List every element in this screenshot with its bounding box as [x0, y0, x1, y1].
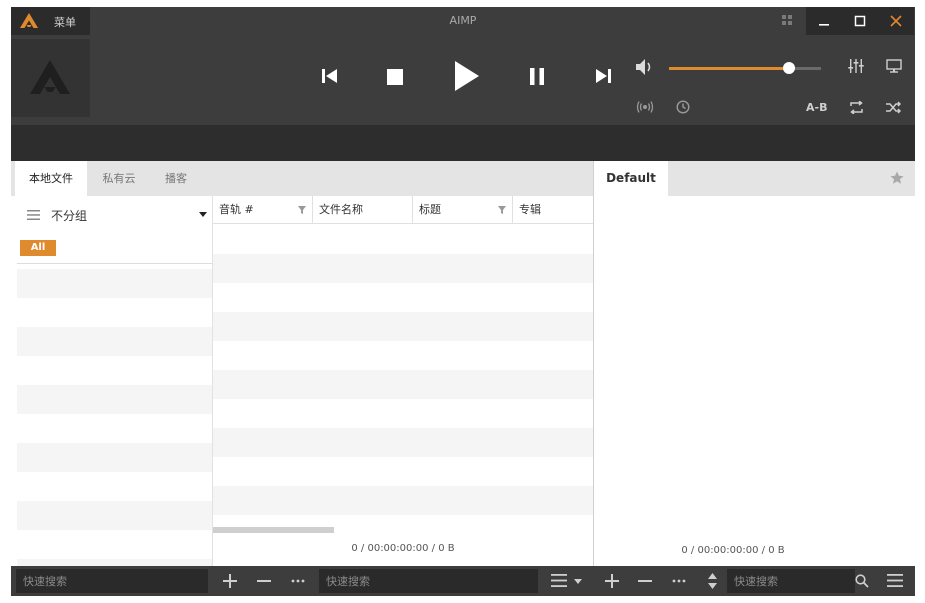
empty-row-stripe: [17, 327, 213, 356]
aimp-cover-logo-icon: [30, 60, 70, 94]
filter-icon[interactable]: [498, 206, 506, 214]
ab-repeat-button[interactable]: A-B: [806, 101, 827, 114]
close-button[interactable]: [878, 7, 914, 35]
menu-button[interactable]: 菜单: [11, 7, 90, 35]
maximize-button[interactable]: [842, 7, 878, 35]
next-track-button[interactable]: [594, 68, 612, 84]
library-status: 0 / 00:00:00:00 / 0 B: [351, 543, 455, 554]
visualization-icon[interactable]: [886, 59, 902, 73]
content-area: 本地文件 私有云 播客 不分组 All 音轨 # 文件名称 标题 专辑 0 / …: [11, 161, 915, 588]
library-table-header: 音轨 # 文件名称 标题 专辑: [213, 196, 593, 224]
aimp-logo-icon: [20, 13, 38, 28]
column-label: 文件名称: [319, 203, 363, 216]
playlist-tab-bar: Default: [594, 161, 915, 196]
remove-icon[interactable]: [257, 574, 271, 588]
empty-row-stripe: [213, 312, 593, 341]
tab-local-files[interactable]: 本地文件: [15, 161, 87, 196]
stop-button[interactable]: [387, 69, 403, 85]
volume-fill: [669, 67, 790, 70]
list-icon[interactable]: [887, 574, 903, 587]
tab-playlist-default[interactable]: Default: [594, 161, 668, 196]
column-label: 专辑: [519, 203, 541, 216]
playlist-search-input[interactable]: [319, 569, 538, 593]
repeat-icon[interactable]: [849, 101, 864, 114]
empty-row-stripe: [17, 501, 213, 530]
pause-button[interactable]: [529, 68, 545, 85]
empty-row-stripe: [17, 269, 213, 298]
library-tab-bar: 本地文件 私有云 播客: [11, 161, 593, 196]
column-header-file-name[interactable]: 文件名称: [313, 196, 413, 224]
filter-icon[interactable]: [298, 206, 306, 214]
volume-icon[interactable]: [635, 58, 655, 76]
list-menu-icon[interactable]: [551, 574, 567, 587]
add-icon[interactable]: [223, 574, 237, 588]
column-header-track-number[interactable]: 音轨 #: [213, 196, 313, 224]
hamburger-menu-icon[interactable]: [27, 210, 40, 220]
library-search-input[interactable]: [16, 569, 208, 593]
playlist-status: 0 / 00:00:00:00 / 0 B: [681, 545, 785, 556]
empty-row-stripe: [213, 428, 593, 457]
minimize-button[interactable]: [806, 7, 842, 35]
radio-icon[interactable]: [636, 101, 654, 113]
minimize-icon: [819, 24, 829, 26]
column-label: 音轨 #: [219, 203, 254, 216]
grouping-selector[interactable]: 不分组: [17, 196, 213, 232]
player-panel: A-B: [11, 35, 915, 125]
search-icon[interactable]: [855, 574, 869, 588]
pane-divider[interactable]: [593, 161, 594, 566]
column-label: 标题: [419, 203, 441, 216]
app-title: AIMP: [449, 14, 477, 27]
more-icon[interactable]: [672, 574, 686, 588]
play-button[interactable]: [454, 60, 480, 92]
tab-podcasts[interactable]: 播客: [151, 161, 201, 196]
star-icon[interactable]: [890, 171, 904, 185]
empty-row-stripe: [17, 443, 213, 472]
maximize-icon: [854, 15, 866, 27]
previous-track-button[interactable]: [321, 68, 339, 84]
aimp-window: 菜单 AIMP A-B 本地文件 私有云 播客 不分组 All 音轨 # 文件名…: [11, 7, 915, 596]
volume-slider[interactable]: [669, 62, 821, 74]
empty-row-stripe: [213, 486, 593, 515]
menu-label: 菜单: [54, 16, 76, 29]
more-icon[interactable]: [291, 574, 305, 588]
tab-private-cloud[interactable]: 私有云: [91, 161, 147, 196]
track-info-bar: [11, 125, 915, 161]
chevron-down-icon[interactable]: [199, 212, 207, 217]
close-icon: [890, 15, 902, 27]
grouping-label: 不分组: [51, 209, 88, 223]
empty-row-stripe: [213, 254, 593, 283]
grid-icon[interactable]: [782, 15, 793, 26]
playlist-quick-search-input[interactable]: [727, 569, 855, 593]
remove-icon[interactable]: [638, 574, 652, 588]
sleep-timer-icon[interactable]: [676, 100, 690, 114]
chevron-down-icon[interactable]: [574, 579, 582, 584]
title-bar: 菜单 AIMP: [11, 7, 915, 35]
divider: [17, 263, 213, 264]
filter-all-badge[interactable]: All: [20, 240, 56, 256]
column-header-title[interactable]: 标题: [413, 196, 513, 224]
column-header-album[interactable]: 专辑: [513, 196, 593, 224]
horizontal-scrollbar[interactable]: [213, 527, 334, 533]
shuffle-icon[interactable]: [886, 101, 901, 114]
add-icon[interactable]: [605, 574, 619, 588]
equalizer-icon[interactable]: [848, 59, 864, 73]
empty-row-stripe: [17, 385, 213, 414]
sort-icon[interactable]: [708, 573, 717, 589]
album-cover: [11, 39, 90, 117]
group-list: [17, 269, 213, 588]
bottom-toolbar: [11, 566, 915, 596]
volume-handle[interactable]: [783, 62, 796, 74]
library-table-body: [213, 225, 593, 517]
empty-row-stripe: [213, 370, 593, 399]
